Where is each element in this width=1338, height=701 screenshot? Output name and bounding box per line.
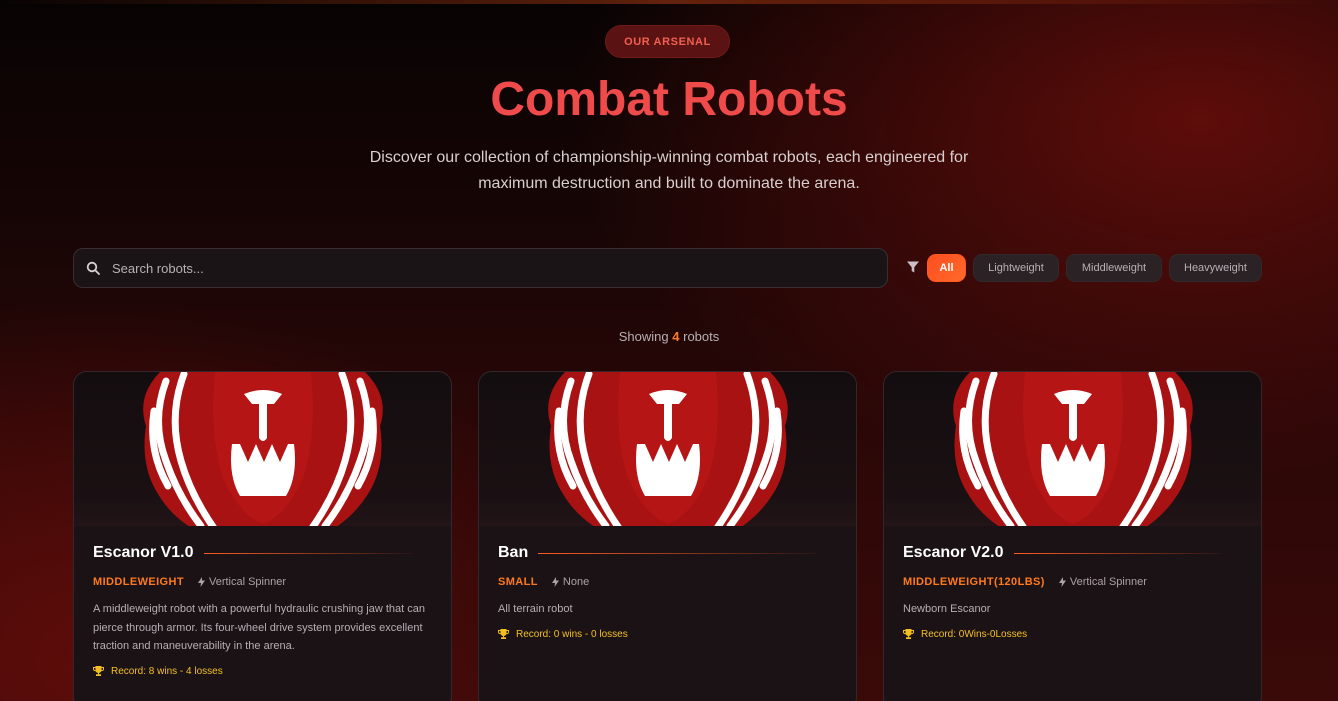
robot-description: A middleweight robot with a powerful hyd… bbox=[93, 603, 426, 652]
robot-name: Escanor V2.0 bbox=[903, 544, 1004, 561]
robot-weapon-label: Vertical Spinner bbox=[1069, 576, 1147, 588]
robot-weight-class: MIDDLEWEIGHT bbox=[93, 576, 184, 588]
robot-weight-class: MIDDLEWEIGHT(120LBS) bbox=[903, 576, 1045, 588]
search-input[interactable] bbox=[112, 260, 887, 276]
results-prefix: Showing bbox=[618, 329, 669, 344]
filter-heavyweight-button[interactable]: Heavyweight bbox=[1169, 254, 1262, 282]
top-accent-bar bbox=[0, 0, 1338, 4]
filter-all-button[interactable]: All bbox=[927, 254, 966, 282]
results-number: 4 bbox=[672, 329, 680, 344]
robot-record: Record: 0 wins - 0 losses bbox=[498, 629, 837, 640]
results-suffix: robots bbox=[683, 329, 720, 344]
robot-name: Ban bbox=[498, 544, 529, 561]
name-divider bbox=[538, 552, 817, 554]
trophy-icon bbox=[903, 629, 914, 639]
robot-description: All terrain robot bbox=[498, 603, 573, 615]
robot-weight-class: SMALL bbox=[498, 576, 538, 588]
robot-record-label: Record: 0 wins - 0 losses bbox=[516, 628, 628, 640]
robot-weapon-label: Vertical Spinner bbox=[208, 576, 287, 588]
filter-middleweight-button[interactable]: Middleweight bbox=[1066, 254, 1162, 282]
robot-card[interactable]: Ban SMALL None All terrain robot Record:… bbox=[478, 371, 857, 701]
robot-record: Record: 8 wins - 4 losses bbox=[93, 666, 432, 677]
lion-logo bbox=[143, 372, 383, 526]
robot-weapon: Vertical Spinner bbox=[197, 576, 287, 588]
robot-image bbox=[74, 372, 451, 526]
bolt-icon bbox=[1058, 577, 1066, 587]
robot-weapon-label: None bbox=[562, 576, 590, 588]
section-badge: OUR ARSENAL bbox=[605, 25, 730, 58]
robot-weapon: None bbox=[551, 576, 590, 588]
lion-logo bbox=[953, 372, 1193, 526]
robot-weapon: Vertical Spinner bbox=[1058, 576, 1147, 588]
bolt-icon bbox=[197, 577, 205, 587]
robot-image bbox=[884, 372, 1261, 526]
trophy-icon bbox=[93, 666, 104, 676]
robot-record-label: Record: 8 wins - 4 losses bbox=[111, 665, 223, 677]
robot-description: Newborn Escanor bbox=[903, 603, 991, 615]
search-bar[interactable] bbox=[73, 248, 888, 288]
robot-card[interactable]: Escanor V2.0 MIDDLEWEIGHT(120LBS) Vertic… bbox=[883, 371, 1262, 701]
robot-record-label: Record: 0Wins-0Losses bbox=[921, 628, 1028, 640]
trophy-icon bbox=[498, 629, 509, 639]
bolt-icon bbox=[551, 577, 559, 587]
robot-card[interactable]: Escanor V1.0 MIDDLEWEIGHT Vertical Spinn… bbox=[73, 371, 452, 701]
name-divider bbox=[1013, 552, 1222, 554]
name-divider bbox=[203, 552, 412, 554]
filter-icon bbox=[907, 261, 919, 273]
robot-name: Escanor V1.0 bbox=[93, 544, 194, 561]
page-subtitle: Discover our collection of championship-… bbox=[369, 149, 969, 192]
lion-logo bbox=[548, 372, 788, 526]
robot-record: Record: 0Wins-0Losses bbox=[903, 629, 1242, 640]
results-count: Showing 4 robots bbox=[0, 329, 1338, 344]
robot-image bbox=[479, 372, 856, 526]
page-title: Combat Robots bbox=[490, 73, 848, 126]
filter-lightweight-button[interactable]: Lightweight bbox=[973, 254, 1059, 282]
search-icon bbox=[86, 261, 100, 275]
